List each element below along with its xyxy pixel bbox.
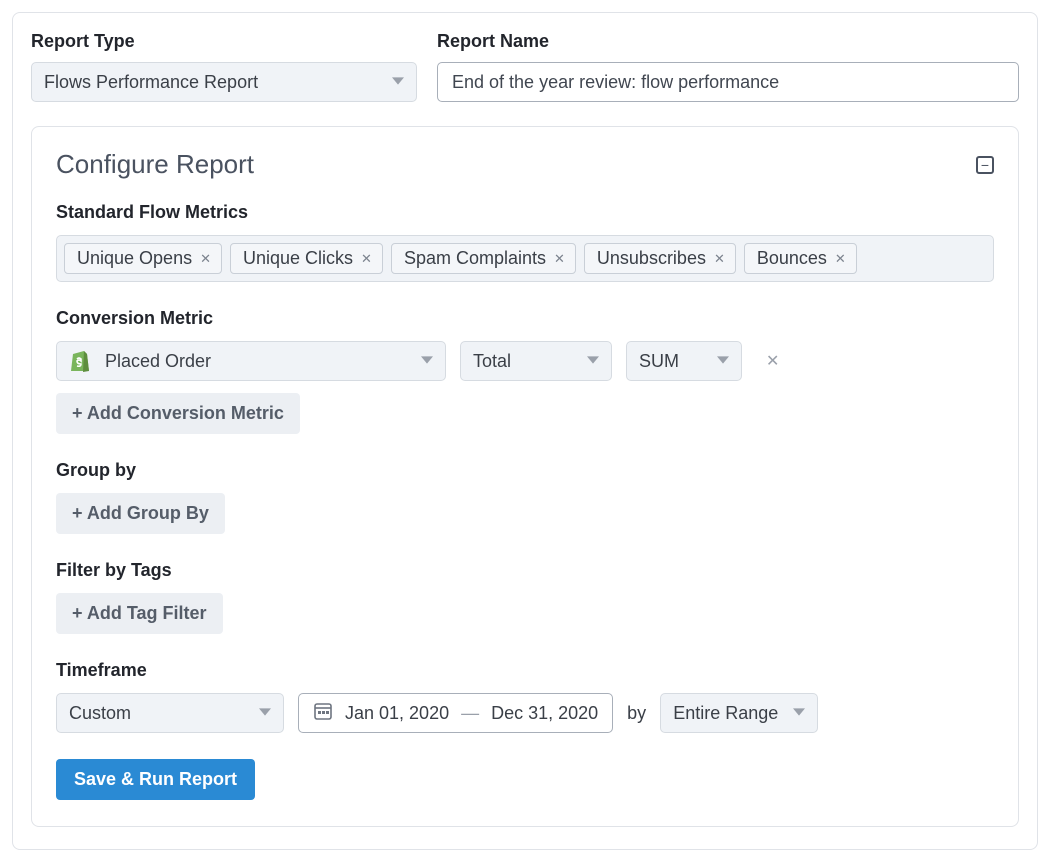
panel-title: Configure Report (56, 149, 254, 180)
report-name-input[interactable] (437, 62, 1019, 102)
metric-tag-label: Unsubscribes (597, 248, 706, 269)
report-builder-card: Report Type Flows Performance Report Rep… (12, 12, 1038, 850)
configure-report-panel: Configure Report − Standard Flow Metrics… (31, 126, 1019, 827)
timeframe-label: Timeframe (56, 660, 994, 681)
close-icon[interactable]: ✕ (554, 251, 565, 267)
conversion-agg1-value: Total (473, 351, 511, 372)
metric-tag-label: Bounces (757, 248, 827, 269)
timeframe-mode-value: Custom (69, 703, 131, 724)
close-icon[interactable]: ✕ (714, 251, 725, 267)
timeframe-row: Custom Jan 01, 2020 — Dec 31 (56, 693, 994, 733)
metric-tag[interactable]: Unique Opens ✕ (64, 243, 222, 274)
metric-tag[interactable]: Spam Complaints ✕ (391, 243, 576, 274)
conversion-agg1-select[interactable]: Total (460, 341, 612, 381)
panel-header: Configure Report − (56, 149, 994, 180)
conversion-agg2-select[interactable]: SUM (626, 341, 742, 381)
report-type-block: Report Type Flows Performance Report (31, 31, 417, 102)
metric-tag-label: Unique Opens (77, 248, 192, 269)
chevron-down-icon (421, 354, 433, 369)
chevron-down-icon (793, 706, 805, 721)
chevron-down-icon (392, 75, 404, 90)
calendar-icon (313, 701, 333, 726)
chevron-down-icon (259, 706, 271, 721)
add-tag-filter-button[interactable]: + Add Tag Filter (56, 593, 223, 634)
metric-tag-label: Spam Complaints (404, 248, 546, 269)
standard-metrics-well[interactable]: Unique Opens ✕ Unique Clicks ✕ Spam Comp… (56, 235, 994, 282)
metric-tag[interactable]: Unsubscribes ✕ (584, 243, 736, 274)
report-type-value: Flows Performance Report (44, 72, 258, 93)
metric-tag[interactable]: Unique Clicks ✕ (230, 243, 383, 274)
report-type-select[interactable]: Flows Performance Report (31, 62, 417, 102)
chevron-down-icon (587, 354, 599, 369)
top-fields-row: Report Type Flows Performance Report Rep… (31, 31, 1019, 102)
metric-tag[interactable]: Bounces ✕ (744, 243, 857, 274)
date-range-picker[interactable]: Jan 01, 2020 — Dec 31, 2020 (298, 693, 613, 733)
collapse-icon[interactable]: − (976, 156, 994, 174)
add-conversion-metric-button[interactable]: + Add Conversion Metric (56, 393, 300, 434)
timeframe-granularity-value: Entire Range (673, 703, 778, 724)
timeframe-granularity-select[interactable]: Entire Range (660, 693, 818, 733)
metric-tag-label: Unique Clicks (243, 248, 353, 269)
conversion-agg2-value: SUM (639, 351, 679, 372)
date-start: Jan 01, 2020 (345, 703, 449, 724)
standard-metrics-label: Standard Flow Metrics (56, 202, 994, 223)
close-icon[interactable]: ✕ (835, 251, 846, 267)
add-group-by-button[interactable]: + Add Group By (56, 493, 225, 534)
conversion-metric-row: Placed Order Total SUM ✕ (56, 341, 994, 381)
conversion-metric-value: Placed Order (105, 351, 211, 372)
date-end: Dec 31, 2020 (491, 703, 598, 724)
save-run-report-button[interactable]: Save & Run Report (56, 759, 255, 800)
group-by-label: Group by (56, 460, 994, 481)
date-separator: — (461, 703, 479, 724)
report-name-block: Report Name (437, 31, 1019, 102)
close-icon[interactable]: ✕ (361, 251, 372, 267)
timeframe-mode-select[interactable]: Custom (56, 693, 284, 733)
chevron-down-icon (717, 354, 729, 369)
report-name-label: Report Name (437, 31, 1019, 52)
shopify-icon (69, 349, 91, 373)
by-label: by (627, 703, 646, 724)
report-type-label: Report Type (31, 31, 417, 52)
conversion-metric-label: Conversion Metric (56, 308, 994, 329)
close-icon[interactable]: ✕ (200, 251, 211, 267)
remove-conversion-icon[interactable]: ✕ (766, 351, 779, 371)
conversion-metric-select[interactable]: Placed Order (56, 341, 446, 381)
filter-tags-label: Filter by Tags (56, 560, 994, 581)
